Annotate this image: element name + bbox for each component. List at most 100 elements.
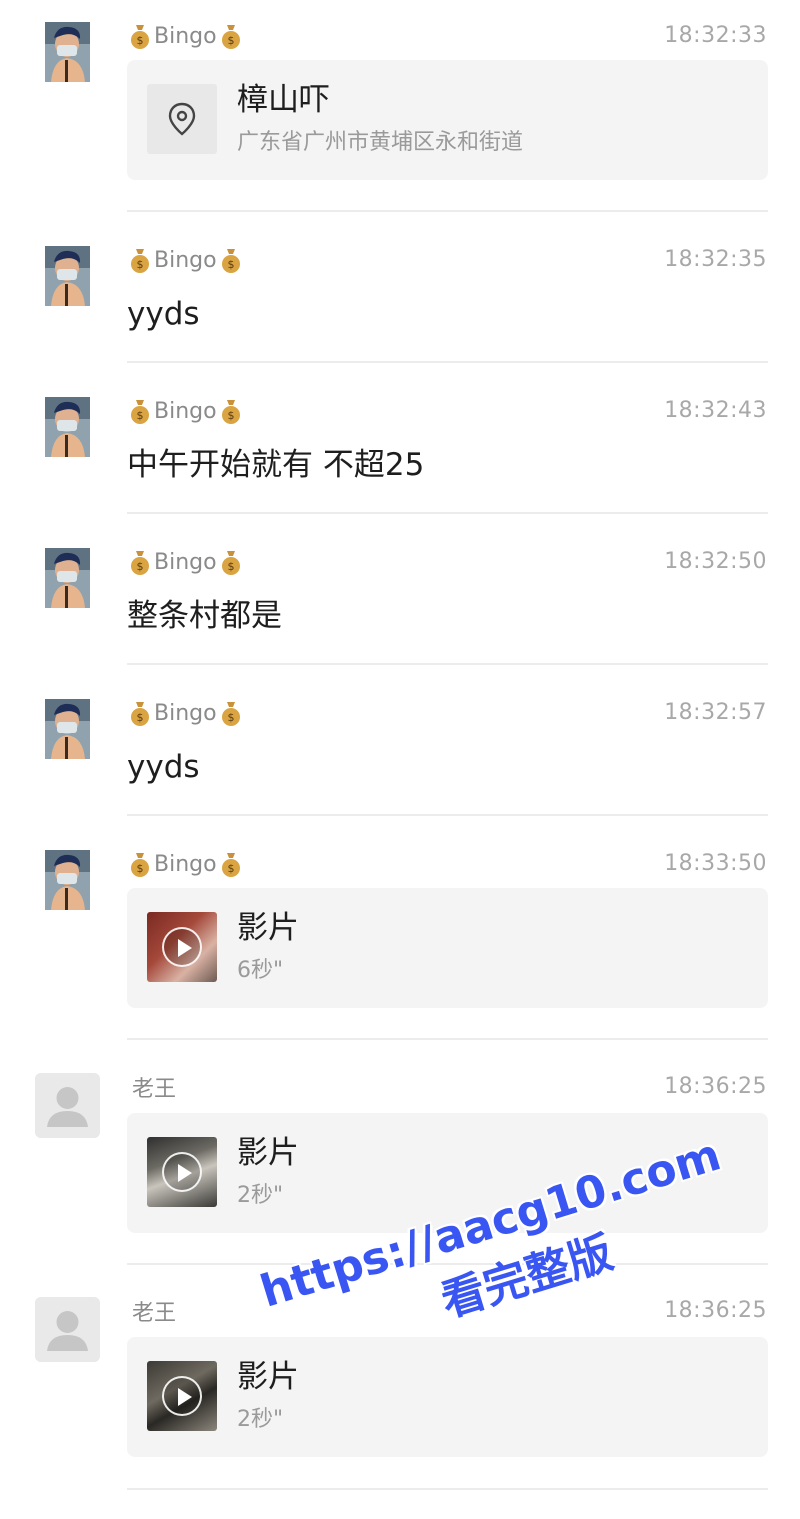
avatar[interactable] [45,397,90,457]
chat-history-list: $ Bingo $ 18:32:33 樟山吓 广东省广州市黄埔区永和街道 $ B… [0,0,800,1519]
default-avatar-icon [35,1297,100,1362]
chat-message[interactable]: 老王 18:36:25 影片 2秒" [0,1277,800,1487]
chat-message[interactable]: $ Bingo $ 18:32:35 yyds [0,224,800,361]
sender-name-row: $ Bingo $ [129,22,242,50]
divider [127,1488,768,1490]
svg-text:$: $ [227,711,234,724]
location-card[interactable]: 樟山吓 广东省广州市黄埔区永和街道 [127,60,768,180]
video-title: 影片 [237,1135,299,1171]
svg-text:$: $ [227,560,234,573]
svg-text:$: $ [137,258,144,271]
avatar-photo-icon [45,850,90,910]
chat-message[interactable]: 老王 18:36:25 影片 2秒" [0,1053,800,1263]
avatar-photo-icon [45,548,90,608]
sender-name: Bingo [154,851,217,877]
video-card[interactable]: 影片 6秒" [127,888,768,1008]
avatar[interactable] [35,1297,100,1362]
avatar[interactable] [45,548,90,608]
message-timestamp: 18:32:33 [664,23,767,48]
money-bag-icon: $ [220,549,242,575]
location-address: 广东省广州市黄埔区永和街道 [237,130,524,155]
video-card[interactable]: 影片 2秒" [127,1113,768,1233]
money-bag-icon: $ [220,700,242,726]
money-bag-icon: $ [220,23,242,49]
message-text: 整条村都是 [127,598,282,634]
money-bag-icon: $ [129,700,151,726]
money-bag-icon: $ [220,851,242,877]
avatar[interactable] [45,22,90,82]
location-pin-icon [168,102,196,136]
divider [127,814,768,816]
video-title: 影片 [237,1359,299,1395]
play-icon[interactable] [162,1376,202,1416]
svg-text:$: $ [227,34,234,47]
sender-name-row: $ Bingo $ [129,850,242,878]
svg-text:$: $ [137,862,144,875]
sender-name: Bingo [154,549,217,575]
video-duration: 6秒" [237,958,284,983]
divider [127,1263,768,1265]
video-duration: 2秒" [237,1183,284,1208]
chat-message[interactable]: $ Bingo $ 18:32:57 yyds [0,677,800,814]
chat-message[interactable]: $ Bingo $ 18:33:50 影片 6秒" [0,828,800,1038]
location-thumbnail [147,84,217,154]
divider [127,512,768,514]
svg-text:$: $ [227,409,234,422]
sender-name-row: 老王 [129,1073,179,1102]
message-timestamp: 18:36:25 [664,1074,767,1099]
video-title: 影片 [237,910,299,946]
divider [127,361,768,363]
money-bag-icon: $ [129,247,151,273]
avatar[interactable] [45,850,90,910]
money-bag-icon: $ [129,398,151,424]
avatar[interactable] [35,1073,100,1138]
money-bag-icon: $ [220,398,242,424]
sender-name: Bingo [154,247,217,273]
video-thumbnail[interactable] [147,1361,217,1431]
svg-text:$: $ [137,711,144,724]
message-timestamp: 18:32:50 [664,549,767,574]
avatar-photo-icon [45,22,90,82]
money-bag-icon: $ [129,549,151,575]
message-timestamp: 18:36:25 [664,1298,767,1323]
play-icon[interactable] [162,1152,202,1192]
sender-name-row: $ Bingo $ [129,246,242,274]
chat-message[interactable]: $ Bingo $ 18:32:50 整条村都是 [0,526,800,663]
video-card[interactable]: 影片 2秒" [127,1337,768,1457]
divider [127,210,768,212]
sender-name-row: $ Bingo $ [129,397,242,425]
svg-text:$: $ [227,862,234,875]
chat-message[interactable]: $ Bingo $ 18:32:43 中午开始就有 不超25 [0,375,800,512]
divider [127,663,768,665]
sender-name: Bingo [154,700,217,726]
sender-name: Bingo [154,398,217,424]
svg-text:$: $ [137,560,144,573]
avatar-photo-icon [45,699,90,759]
sender-name: 老王 [132,1301,177,1326]
play-icon[interactable] [162,927,202,967]
message-timestamp: 18:33:50 [664,851,767,876]
video-thumbnail[interactable] [147,1137,217,1207]
sender-name: 老王 [132,1077,177,1102]
avatar-photo-icon [45,246,90,306]
avatar-photo-icon [45,397,90,457]
sender-name-row: $ Bingo $ [129,699,242,727]
avatar[interactable] [45,246,90,306]
message-timestamp: 18:32:57 [664,700,767,725]
video-thumbnail[interactable] [147,912,217,982]
chat-message[interactable]: $ Bingo $ 18:32:33 樟山吓 广东省广州市黄埔区永和街道 [0,0,800,211]
svg-text:$: $ [137,409,144,422]
message-timestamp: 18:32:35 [664,247,767,272]
divider [127,1038,768,1040]
message-text: 中午开始就有 不超25 [127,447,425,483]
svg-text:$: $ [227,258,234,271]
money-bag-icon: $ [129,23,151,49]
sender-name-row: $ Bingo $ [129,548,242,576]
default-avatar-icon [35,1073,100,1138]
location-title: 樟山吓 [237,82,330,118]
avatar[interactable] [45,699,90,759]
message-timestamp: 18:32:43 [664,398,767,423]
message-text: yyds [127,749,200,785]
sender-name: Bingo [154,23,217,49]
svg-text:$: $ [137,34,144,47]
